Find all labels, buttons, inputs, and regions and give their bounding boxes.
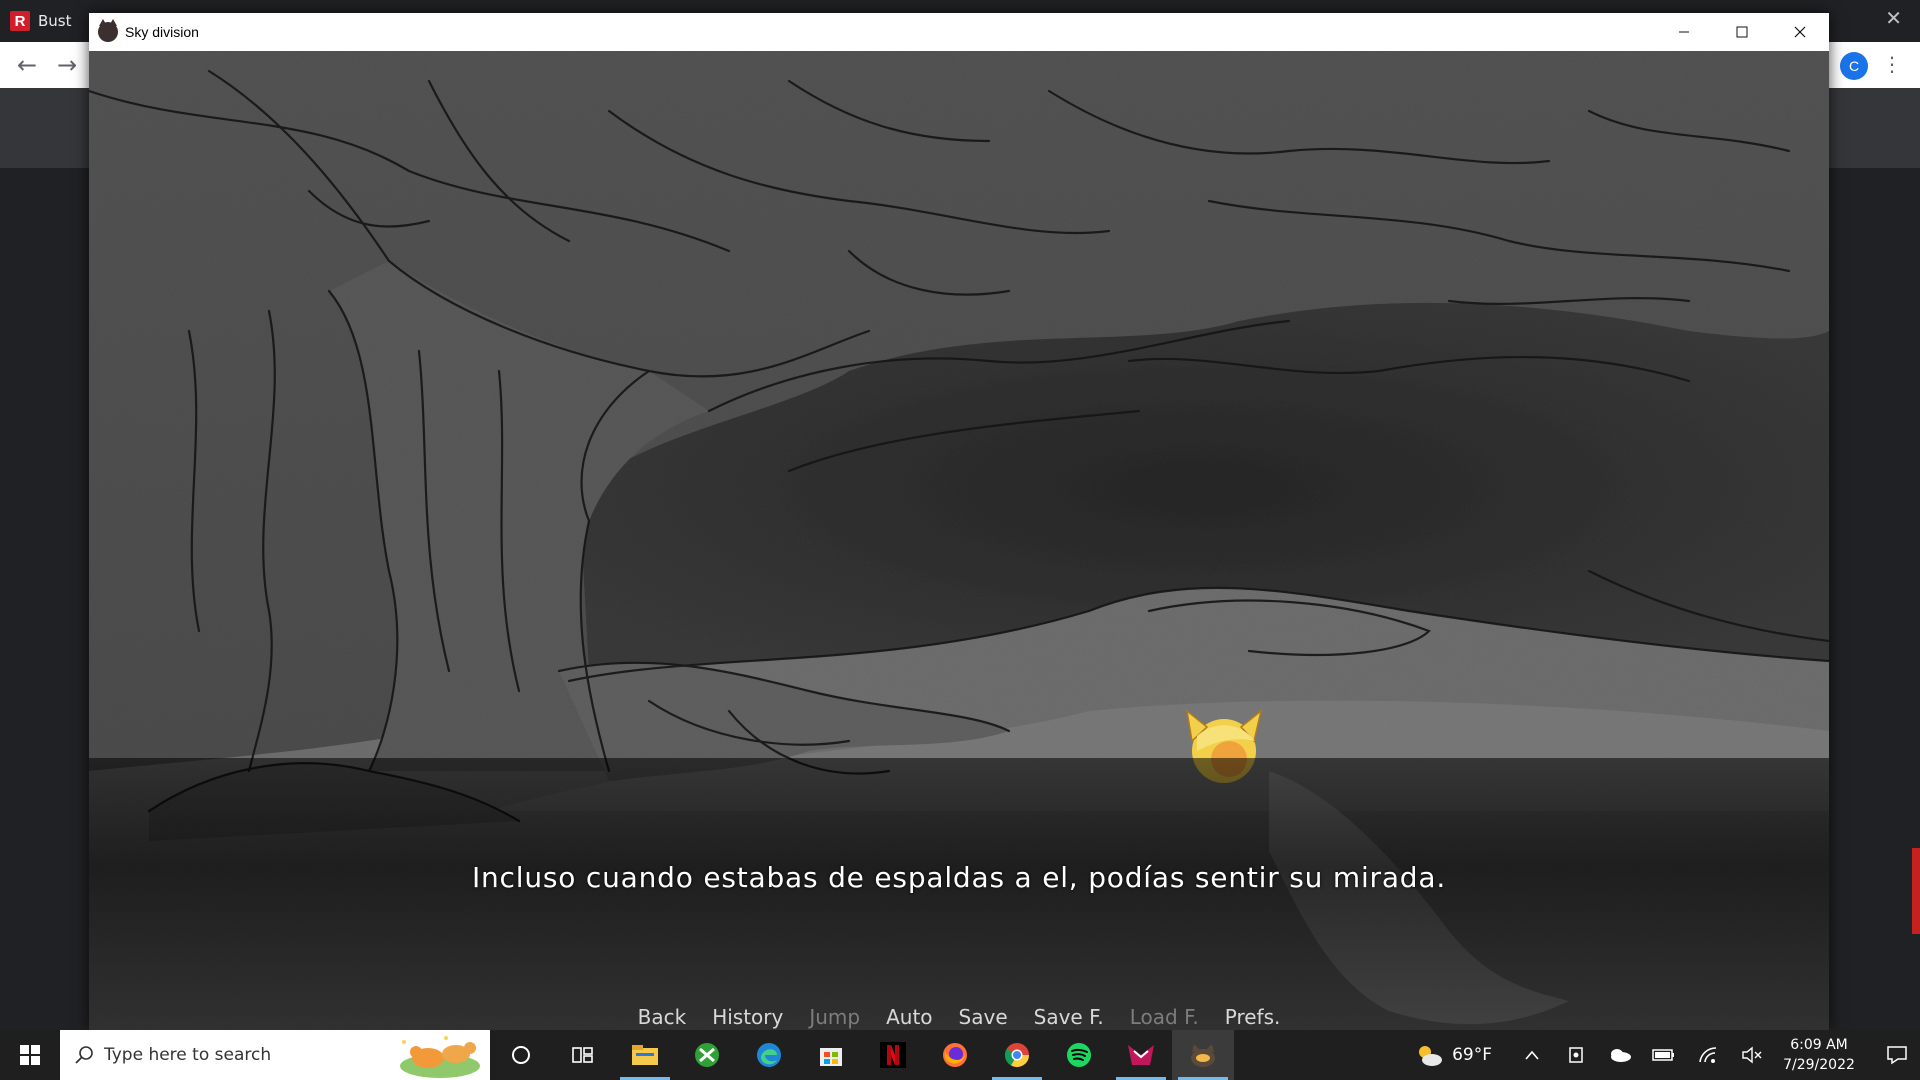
onedrive-cloud-icon bbox=[1611, 1049, 1631, 1062]
profile-avatar[interactable]: C bbox=[1840, 52, 1868, 80]
search-highlight-art bbox=[400, 1036, 480, 1078]
quick-menu-jump[interactable]: Jump bbox=[809, 1005, 860, 1029]
netflix-icon bbox=[880, 1042, 906, 1068]
taskbar: Type here to search 69°F 6:09 AM 7/29/20… bbox=[0, 1030, 1920, 1080]
cat-app-icon bbox=[98, 19, 118, 42]
quick-menu-prefs[interactable]: Prefs. bbox=[1225, 1005, 1281, 1029]
taskbar-clock[interactable]: 6:09 AM 7/29/2022 bbox=[1774, 1035, 1864, 1075]
spotify-button[interactable] bbox=[1048, 1030, 1110, 1080]
chevron-up-icon bbox=[1525, 1050, 1539, 1060]
firefox-icon bbox=[943, 1043, 967, 1067]
meet-now-button[interactable] bbox=[1554, 1030, 1598, 1080]
page-scroll-accent bbox=[1912, 848, 1920, 934]
network-button[interactable] bbox=[1686, 1030, 1730, 1080]
minimize-icon bbox=[1679, 31, 1689, 33]
edge-button[interactable] bbox=[738, 1030, 800, 1080]
chrome-icon bbox=[1004, 1043, 1029, 1068]
firefox-button[interactable] bbox=[924, 1030, 986, 1080]
quick-menu-quick-save[interactable]: Save F. bbox=[1034, 1005, 1104, 1029]
edge-icon bbox=[757, 1043, 781, 1067]
weather-temperature: 69°F bbox=[1452, 1045, 1492, 1065]
search-placeholder: Type here to search bbox=[104, 1045, 272, 1065]
minimize-button[interactable] bbox=[1655, 13, 1713, 51]
spotify-icon bbox=[1067, 1043, 1091, 1067]
cortana-icon bbox=[512, 1046, 530, 1064]
dialogue-box[interactable] bbox=[89, 758, 1829, 1030]
browser-menu-icon[interactable]: ⋮ bbox=[1882, 52, 1902, 76]
maximize-button[interactable] bbox=[1713, 13, 1771, 51]
browser-close-icon[interactable]: ✕ bbox=[1885, 6, 1902, 30]
file-explorer-icon bbox=[632, 1045, 658, 1065]
dialogue-text: Incluso cuando estabas de espaldas a el,… bbox=[471, 861, 1447, 894]
quick-menu-history[interactable]: History bbox=[712, 1005, 783, 1029]
game-app-button[interactable] bbox=[1110, 1030, 1172, 1080]
back-arrow-icon[interactable]: ← bbox=[12, 50, 42, 80]
quick-menu: Back History Jump Auto Save Save F. Load… bbox=[89, 1005, 1829, 1029]
task-view-button[interactable] bbox=[552, 1030, 614, 1080]
windows-logo-icon bbox=[20, 1045, 40, 1065]
wifi-icon bbox=[1699, 1047, 1717, 1063]
forward-arrow-icon[interactable]: → bbox=[52, 50, 82, 80]
battery-button[interactable] bbox=[1642, 1030, 1686, 1080]
search-icon bbox=[75, 1046, 93, 1064]
maximize-icon bbox=[1736, 26, 1748, 38]
sky-division-icon bbox=[1191, 1044, 1215, 1067]
quick-menu-save[interactable]: Save bbox=[959, 1005, 1008, 1029]
game-window: Sky division Incluso cuando estabas de e… bbox=[89, 13, 1829, 1030]
volume-muted-icon bbox=[1742, 1046, 1762, 1064]
taskbar-search[interactable]: Type here to search bbox=[60, 1030, 490, 1080]
xbox-button[interactable] bbox=[676, 1030, 738, 1080]
quick-menu-auto[interactable]: Auto bbox=[886, 1005, 932, 1029]
file-explorer-button[interactable] bbox=[614, 1030, 676, 1080]
netflix-button[interactable] bbox=[862, 1030, 924, 1080]
device-icon bbox=[1569, 1047, 1583, 1063]
volume-button[interactable] bbox=[1730, 1030, 1774, 1080]
reddit-icon: R bbox=[10, 11, 30, 31]
game-app-icon bbox=[1128, 1045, 1154, 1065]
window-title: Sky division bbox=[125, 24, 199, 40]
system-tray: 69°F 6:09 AM 7/29/2022 bbox=[1414, 1030, 1920, 1080]
quick-menu-quick-load[interactable]: Load F. bbox=[1130, 1005, 1199, 1029]
xbox-icon bbox=[695, 1043, 719, 1067]
notification-icon bbox=[1887, 1046, 1907, 1065]
close-icon bbox=[1794, 26, 1806, 38]
quick-menu-back[interactable]: Back bbox=[638, 1005, 687, 1029]
store-button[interactable] bbox=[800, 1030, 862, 1080]
notifications-button[interactable] bbox=[1874, 1030, 1920, 1080]
show-hidden-icons-button[interactable] bbox=[1510, 1030, 1554, 1080]
store-icon bbox=[820, 1048, 842, 1066]
clock-time: 6:09 AM bbox=[1790, 1037, 1848, 1053]
sky-division-button[interactable] bbox=[1172, 1030, 1234, 1080]
battery-icon bbox=[1652, 1049, 1674, 1061]
window-titlebar: Sky division bbox=[89, 13, 1829, 51]
clock-date: 7/29/2022 bbox=[1783, 1057, 1855, 1073]
weather-partly-cloudy-icon bbox=[1419, 1046, 1443, 1066]
task-view-icon bbox=[572, 1047, 593, 1063]
start-button[interactable] bbox=[0, 1030, 60, 1080]
cortana-button[interactable] bbox=[490, 1030, 552, 1080]
browser-tab[interactable]: R Bust bbox=[10, 8, 72, 34]
browser-tab-label: Bust bbox=[38, 12, 72, 30]
chrome-button[interactable] bbox=[986, 1030, 1048, 1080]
onedrive-button[interactable] bbox=[1598, 1030, 1642, 1080]
close-button[interactable] bbox=[1771, 13, 1829, 51]
weather-widget[interactable]: 69°F bbox=[1414, 1042, 1492, 1068]
